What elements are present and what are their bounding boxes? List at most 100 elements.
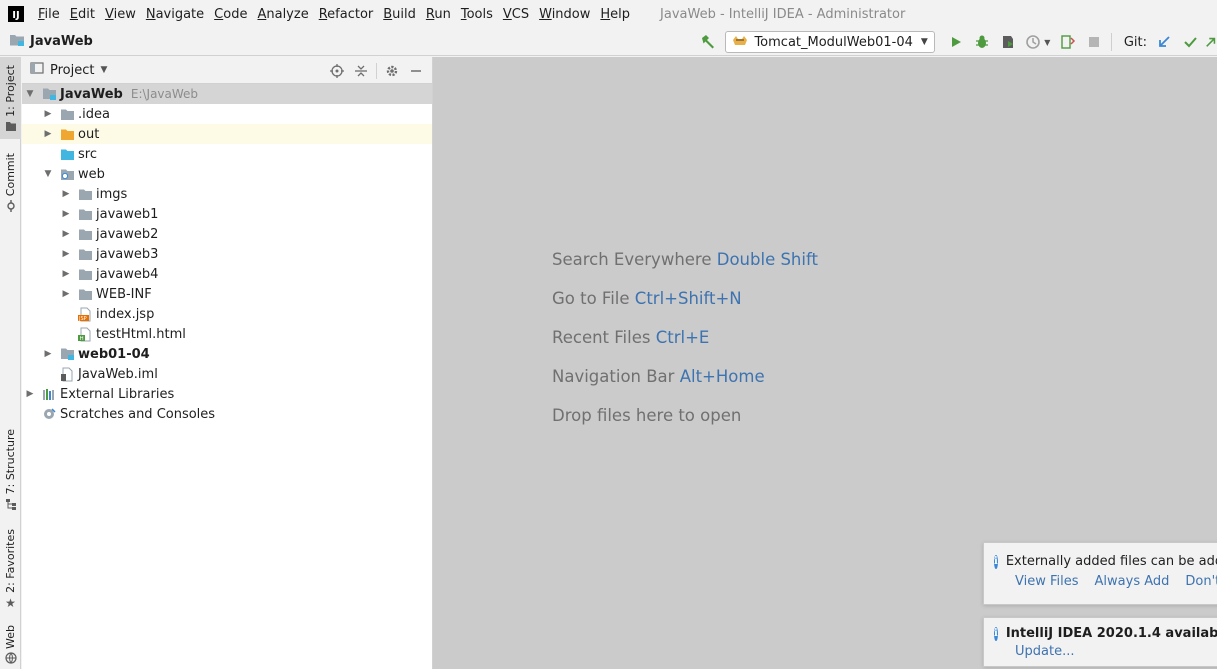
jsp-file-icon: JSP — [77, 306, 93, 322]
menu-tools[interactable]: Tools — [456, 7, 498, 22]
web-folder-icon — [59, 166, 75, 182]
menu-analyze[interactable]: Analyze — [252, 7, 313, 22]
chevron-right-icon[interactable]: ▶ — [60, 249, 72, 259]
tool-window-favorites[interactable]: 2: Favorites ★ — [0, 527, 21, 610]
tree-node[interactable]: Scratches and Consoles — [22, 404, 432, 424]
tool-window-favorites-label: 2: Favorites — [4, 529, 17, 593]
tree-node[interactable]: ▶ javaweb4 — [22, 264, 432, 284]
chevron-down-icon[interactable]: ▼ — [42, 169, 54, 179]
run-icon[interactable] — [945, 31, 967, 53]
dont-ask-link[interactable]: Don't As — [1185, 574, 1217, 589]
tool-window-structure[interactable]: 7: Structure — [0, 427, 21, 511]
hint-text: Recent Files — [552, 328, 651, 347]
stop-icon[interactable] — [1083, 31, 1105, 53]
debug-icon[interactable] — [971, 31, 993, 53]
info-icon: i — [994, 554, 998, 569]
tool-window-project[interactable]: 1: Project — [0, 57, 21, 139]
run-configuration-select[interactable]: Tomcat_ModulWeb01-04 ▼ — [725, 31, 935, 53]
tree-node[interactable]: ▶ javaweb3 — [22, 244, 432, 264]
chevron-down-icon: ▼ — [920, 37, 928, 47]
locate-file-icon[interactable] — [326, 60, 348, 82]
chevron-right-icon[interactable]: ▶ — [60, 189, 72, 199]
collapse-all-icon[interactable] — [350, 60, 372, 82]
git-push-icon[interactable] — [1205, 31, 1217, 53]
git-update-icon[interactable] — [1153, 31, 1175, 53]
project-view-selector[interactable]: Project ▼ — [30, 62, 107, 78]
chevron-right-icon[interactable]: ▶ — [42, 129, 54, 139]
coverage-icon[interactable] — [997, 31, 1019, 53]
html-file-icon: H — [77, 326, 93, 342]
window-title: JavaWeb - IntelliJ IDEA - Administrator — [660, 6, 906, 22]
chevron-down-icon[interactable]: ▼ — [24, 89, 36, 99]
hint-shortcut: Alt+Home — [679, 367, 765, 386]
tree-node[interactable]: ▶ .idea — [22, 104, 432, 124]
chevron-right-icon[interactable]: ▶ — [60, 229, 72, 239]
menu-code[interactable]: Code — [209, 7, 252, 22]
tree-node[interactable]: ▶ javaweb2 — [22, 224, 432, 244]
tool-window-commit[interactable]: Commit — [0, 149, 21, 213]
update-link[interactable]: Update... — [1015, 644, 1074, 659]
tree-node-label: web01-04 — [78, 346, 150, 362]
hint-text: Drop files here to open — [552, 406, 742, 425]
chevron-right-icon[interactable]: ▶ — [24, 389, 36, 399]
hint-shortcut: Ctrl+Shift+N — [634, 289, 742, 308]
editor-hints: Search Everywhere Double Shift Go to Fil… — [552, 250, 818, 445]
star-icon: ★ — [5, 595, 16, 610]
menu-run[interactable]: Run — [421, 7, 456, 22]
tree-node[interactable]: ▶ javaweb1 — [22, 204, 432, 224]
tree-node[interactable]: ▶ out — [22, 124, 432, 144]
always-add-link[interactable]: Always Add — [1095, 574, 1170, 589]
hint-recent-files: Recent Files Ctrl+E — [552, 328, 818, 367]
tree-node[interactable]: src — [22, 144, 432, 164]
tree-node[interactable]: ▶ WEB-INF — [22, 284, 432, 304]
build-hammer-icon[interactable] — [697, 31, 719, 53]
notification-actions: View Files Always Add Don't As — [984, 574, 1217, 589]
tree-node-label: index.jsp — [96, 306, 155, 322]
chevron-right-icon[interactable]: ▶ — [42, 349, 54, 359]
chevron-right-icon[interactable]: ▶ — [60, 209, 72, 219]
project-view-icon — [30, 62, 44, 78]
tree-node[interactable]: ▼ web — [22, 164, 432, 184]
profile-icon[interactable]: ▼ — [1023, 31, 1053, 53]
tree-node[interactable]: ▼ JavaWeb E:\JavaWeb — [22, 84, 432, 104]
hide-panel-icon[interactable] — [405, 60, 427, 82]
view-files-link[interactable]: View Files — [1015, 574, 1079, 589]
notification-header: i IntelliJ IDEA 2020.1.4 available — [984, 626, 1217, 641]
git-label: Git: — [1123, 34, 1147, 50]
tree-node[interactable]: ▶ web01-04 — [22, 344, 432, 364]
notification-ide-update: i IntelliJ IDEA 2020.1.4 available Updat… — [983, 617, 1217, 667]
module-folder-icon — [41, 86, 57, 102]
breadcrumb-project[interactable]: JavaWeb — [9, 33, 93, 51]
folder-icon — [59, 106, 75, 122]
gear-icon[interactable] — [381, 60, 403, 82]
tree-node[interactable]: HtestHtml.html — [22, 324, 432, 344]
tree-node-label: Scratches and Consoles — [60, 406, 216, 422]
hint-text: Navigation Bar — [552, 367, 675, 386]
menu-build[interactable]: Build — [378, 7, 421, 22]
menu-refactor[interactable]: Refactor — [314, 7, 379, 22]
tool-window-web[interactable]: Web — [0, 623, 21, 669]
chevron-right-icon[interactable]: ▶ — [60, 289, 72, 299]
menu-navigate[interactable]: Navigate — [141, 7, 209, 22]
tree-node[interactable]: JavaWeb.iml — [22, 364, 432, 384]
tree-node[interactable]: JSP index.jsp — [22, 304, 432, 324]
menu-window[interactable]: Window — [534, 7, 595, 22]
tree-node[interactable]: ▶ External Libraries — [22, 384, 432, 404]
svg-text:H: H — [80, 336, 84, 342]
update-running-app-icon[interactable] — [1057, 31, 1079, 53]
folder-orange-icon — [59, 126, 75, 142]
tomcat-icon — [732, 34, 748, 50]
git-commit-icon[interactable] — [1179, 31, 1201, 53]
menu-edit[interactable]: Edit — [65, 7, 100, 22]
tree-node[interactable]: ▶ imgs — [22, 184, 432, 204]
menu-file[interactable]: File — [33, 7, 65, 22]
chevron-right-icon[interactable]: ▶ — [60, 269, 72, 279]
globe-icon — [4, 652, 17, 668]
source-folder-icon — [59, 146, 75, 162]
menu-help[interactable]: Help — [595, 7, 635, 22]
menu-vcs[interactable]: VCS — [498, 7, 534, 22]
chevron-right-icon[interactable]: ▶ — [42, 109, 54, 119]
tree-node-label: WEB-INF — [96, 286, 152, 302]
tool-window-commit-label: Commit — [4, 153, 17, 197]
menu-view[interactable]: View — [100, 7, 141, 22]
